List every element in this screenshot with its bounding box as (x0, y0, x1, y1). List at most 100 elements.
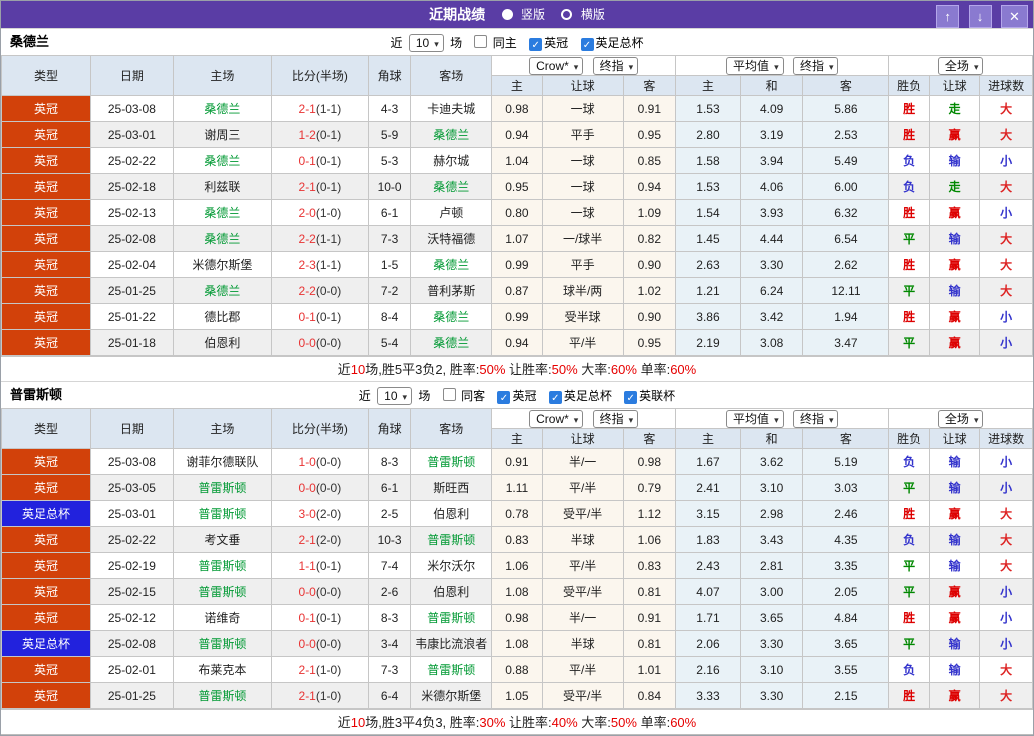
full-time-score: 0-1 (299, 611, 316, 625)
result-handicap: 输 (929, 148, 980, 174)
col-header-odds-home: 主 (492, 429, 543, 449)
away-odds: 0.82 (623, 226, 676, 252)
home-odds: 1.04 (492, 148, 543, 174)
result-handicap: 输 (929, 449, 980, 475)
scope-dropdown[interactable]: 全场▾ (938, 57, 984, 75)
result-goals: 大 (980, 278, 1033, 304)
corner-score: 10-0 (368, 174, 410, 200)
final-odds-dropdown[interactable]: 终指▾ (593, 57, 639, 75)
summary-stat-value: 50% (552, 362, 578, 377)
home-team: 桑德兰 (173, 278, 271, 304)
horizontal-layout-radio[interactable] (561, 9, 572, 20)
away-team: 韦康比流浪者 (411, 631, 492, 657)
match-row: 英冠25-03-08谢菲尔德联队1-0(0-0)8-3普雷斯顿0.91半/一0.… (2, 449, 1033, 475)
chevron-down-icon: ▾ (829, 62, 834, 72)
team-name: 普雷斯顿 (10, 382, 62, 408)
home-odds: 0.83 (492, 527, 543, 553)
league-label-championship[interactable]: 英冠 (512, 389, 536, 403)
summary-stat-value: 60% (670, 362, 696, 377)
league-type-badge: 英冠 (2, 475, 91, 501)
avg-home-odds: 1.58 (676, 148, 741, 174)
summary-text: 让胜率: (505, 715, 551, 730)
chevron-down-icon: ▾ (629, 415, 634, 425)
result-handicap: 走 (929, 96, 980, 122)
half-time-score: (1-0) (316, 206, 341, 220)
result-handicap: 赢 (929, 683, 980, 709)
result-handicap: 赢 (929, 122, 980, 148)
away-team: 米德尔斯堡 (411, 683, 492, 709)
odds-source-dropdown[interactable]: Crow*▾ (529, 410, 583, 428)
corner-score: 7-3 (368, 657, 410, 683)
half-time-score: (0-1) (316, 154, 341, 168)
league-label-fa-cup[interactable]: 英足总杯 (596, 36, 644, 50)
same-away-checkbox[interactable] (443, 388, 456, 401)
avg-draw-odds: 3.30 (740, 683, 803, 709)
recent-label: 近 (390, 36, 402, 50)
move-down-button[interactable]: ↓ (969, 5, 992, 28)
final-odds-dropdown[interactable]: 终指▾ (593, 410, 639, 428)
home-team: 普雷斯顿 (173, 475, 271, 501)
away-team: 伯恩利 (411, 579, 492, 605)
chevron-down-icon: ▾ (403, 392, 408, 402)
avg-draw-odds: 3.00 (740, 579, 803, 605)
league-label-fa-cup[interactable]: 英足总杯 (564, 389, 612, 403)
col-header-date: 日期 (90, 409, 173, 449)
average-dropdown[interactable]: 平均值▾ (726, 410, 784, 428)
home-team: 普雷斯顿 (173, 579, 271, 605)
match-date: 25-02-12 (90, 605, 173, 631)
summary-text: 场,胜3平4负3, 胜率: (365, 715, 479, 730)
result-wdl: 负 (889, 174, 929, 200)
summary-stat-value: 60% (611, 362, 637, 377)
handicap-line: 受半球 (542, 304, 623, 330)
league-label-championship[interactable]: 英冠 (544, 36, 568, 50)
avg-home-odds: 3.33 (676, 683, 741, 709)
league-type-badge: 英冠 (2, 122, 91, 148)
full-time-score: 0-1 (299, 310, 316, 324)
avg-draw-odds: 3.30 (740, 252, 803, 278)
result-wdl: 胜 (889, 96, 929, 122)
move-up-button[interactable]: ↑ (936, 5, 959, 28)
result-wdl: 平 (889, 579, 929, 605)
result-handicap: 输 (929, 226, 980, 252)
league-checkbox-fa-cup[interactable]: ✓ (581, 38, 594, 51)
league-checkbox-championship[interactable]: ✓ (529, 38, 542, 51)
col-header-away: 客场 (411, 56, 492, 96)
average-dropdown[interactable]: 平均值▾ (726, 57, 784, 75)
recent-games-select[interactable]: 10▾ (409, 34, 444, 52)
score-cell: 0-0(0-0) (271, 579, 368, 605)
recent-games-select[interactable]: 10▾ (377, 387, 412, 405)
score-cell: 3-0(2-0) (271, 501, 368, 527)
result-wdl: 平 (889, 226, 929, 252)
result-wdl: 胜 (889, 304, 929, 330)
league-checkbox-championship[interactable]: ✓ (497, 391, 510, 404)
league-checkbox-fa-cup[interactable]: ✓ (549, 391, 562, 404)
same-away-label[interactable]: 同客 (461, 389, 485, 403)
same-home-label[interactable]: 同主 (493, 36, 517, 50)
score-cell: 1-2(0-1) (271, 122, 368, 148)
league-checkbox-league-cup[interactable]: ✓ (624, 391, 637, 404)
away-team: 米尔沃尔 (411, 553, 492, 579)
final-odds-dropdown-2[interactable]: 终指▾ (793, 57, 839, 75)
avg-draw-odds: 2.81 (740, 553, 803, 579)
match-row: 英冠25-03-01谢周三1-2(0-1)5-9桑德兰0.94平手0.952.8… (2, 122, 1033, 148)
match-row: 英冠25-02-19普雷斯顿1-1(0-1)7-4米尔沃尔1.06平/半0.83… (2, 553, 1033, 579)
handicap-line: 半/一 (542, 605, 623, 631)
full-time-score: 2-2 (299, 284, 316, 298)
home-odds: 0.99 (492, 252, 543, 278)
result-wdl: 胜 (889, 200, 929, 226)
close-button[interactable]: ✕ (1001, 5, 1028, 28)
vertical-layout-radio[interactable] (502, 9, 513, 20)
vertical-layout-label[interactable]: 竖版 (521, 7, 545, 21)
final-odds-dropdown-2[interactable]: 终指▾ (793, 410, 839, 428)
away-odds: 0.81 (623, 631, 676, 657)
odds-source-dropdown[interactable]: Crow*▾ (529, 57, 583, 75)
league-label-league-cup[interactable]: 英联杯 (639, 389, 675, 403)
corner-score: 5-4 (368, 330, 410, 356)
same-home-checkbox[interactable] (474, 35, 487, 48)
horizontal-layout-label[interactable]: 横版 (581, 7, 605, 21)
corner-score: 6-1 (368, 475, 410, 501)
scope-dropdown[interactable]: 全场▾ (938, 410, 984, 428)
league-type-badge: 英冠 (2, 304, 91, 330)
col-header-score: 比分(半场) (271, 409, 368, 449)
match-row: 英冠25-01-22德比郡0-1(0-1)8-4桑德兰0.99受半球0.903.… (2, 304, 1033, 330)
